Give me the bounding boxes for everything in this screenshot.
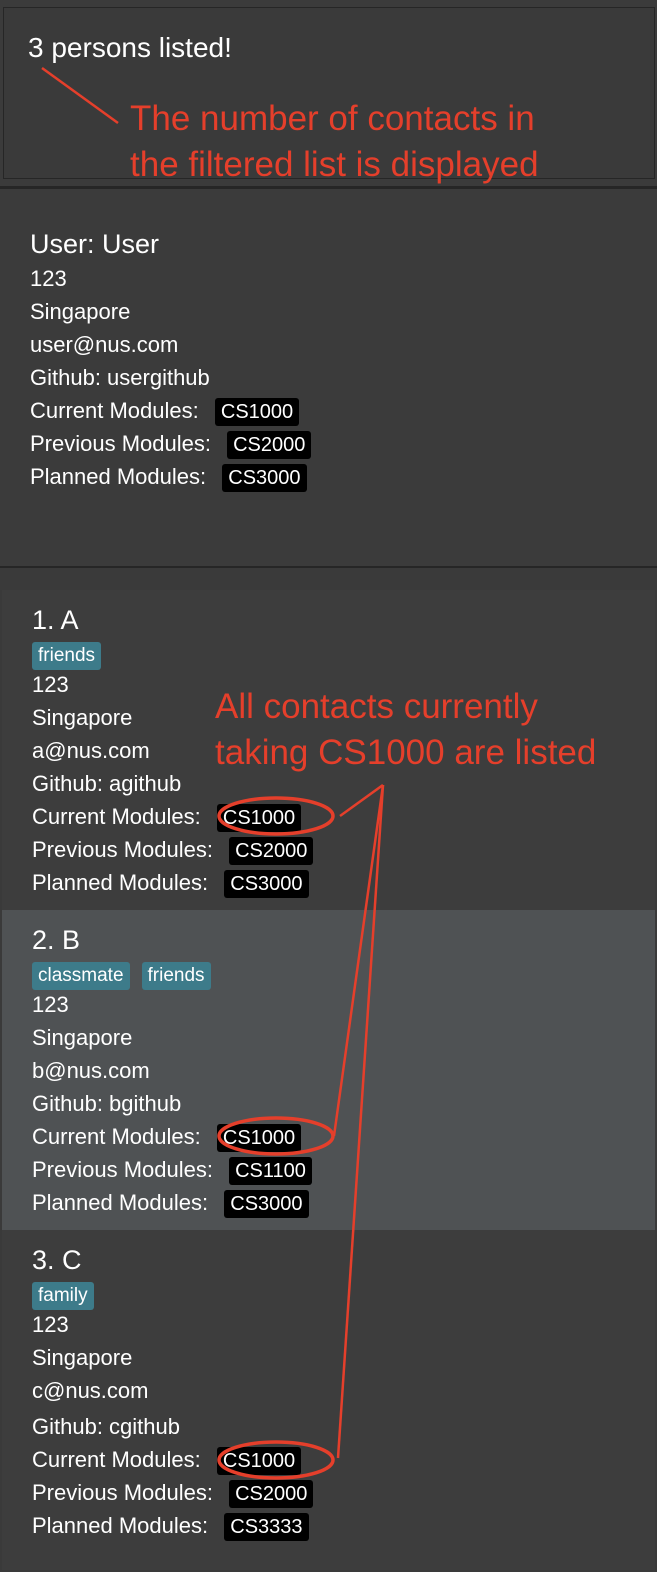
filter-pointer-line — [332, 784, 385, 1137]
annotation-overlay — [41, 66, 385, 1480]
highlight-ellipse — [217, 1440, 335, 1480]
filter-pointer-line — [339, 783, 384, 818]
highlight-ellipse — [217, 796, 335, 836]
count-pointer-line — [41, 66, 119, 125]
filter-pointer-line — [336, 784, 385, 1459]
highlight-ellipse — [217, 1116, 335, 1156]
